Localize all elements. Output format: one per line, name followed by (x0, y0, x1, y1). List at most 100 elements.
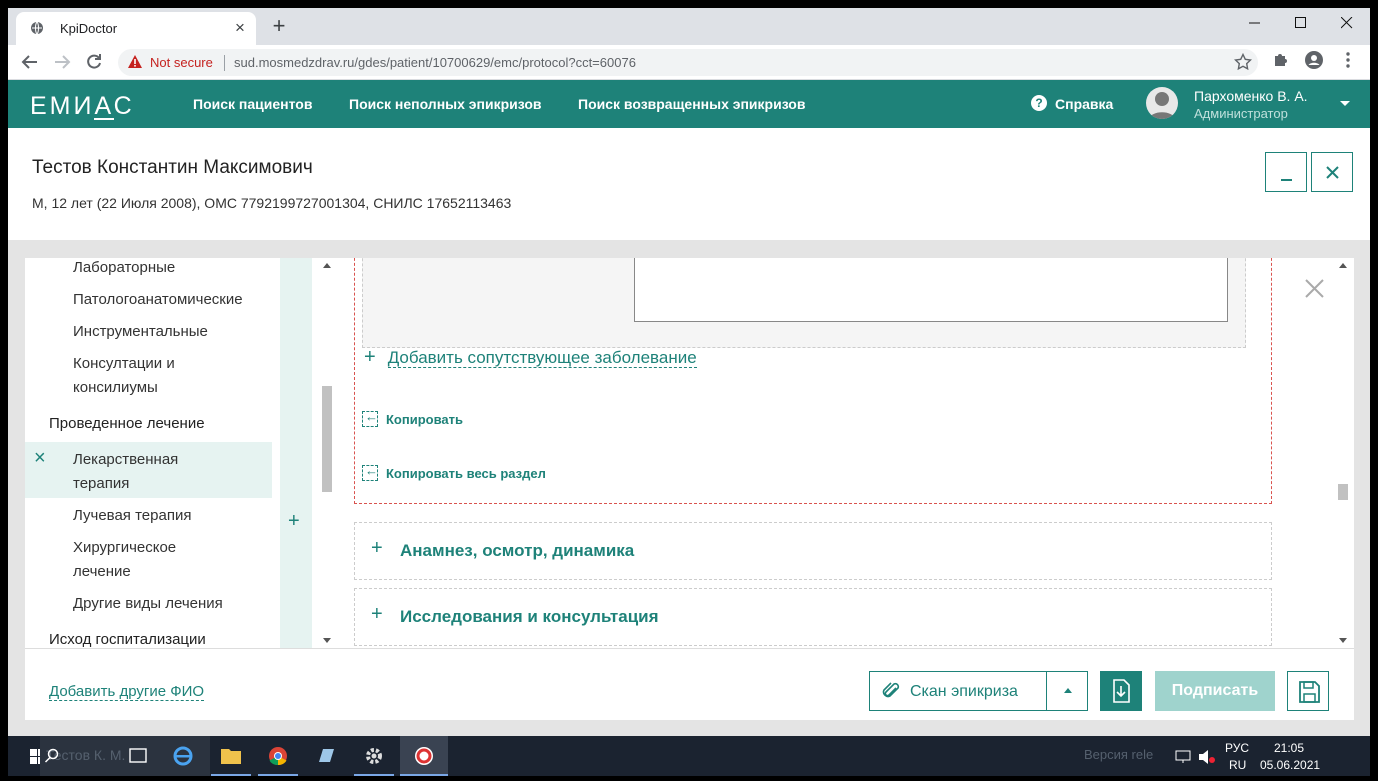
close-icon[interactable] (1304, 278, 1326, 300)
download-button[interactable] (1100, 671, 1142, 711)
url-text[interactable]: sud.mosmedzdrav.ru/gdes/patient/10700629… (234, 55, 636, 70)
taskbar-ghost-text: Версия rele (1084, 747, 1154, 762)
scroll-down-icon[interactable] (323, 638, 331, 643)
reload-icon (87, 54, 101, 69)
sidebar-item-laboratory[interactable]: Лабораторные (73, 258, 175, 280)
maximize-window-button[interactable] (1278, 8, 1324, 38)
nav-patient-search[interactable]: Поиск пациентов (193, 96, 312, 112)
user-name[interactable]: Пархоменко В. А. (1194, 88, 1308, 104)
browser-tab[interactable]: KpiDoctor × (16, 12, 256, 45)
scan-epicrisis-button[interactable]: Скан эпикриза (869, 671, 1088, 711)
notes-taskbar-button[interactable] (306, 736, 346, 776)
input-language-sub[interactable]: RU (1229, 758, 1246, 772)
patient-name: Тестов Константин Максимович (32, 157, 313, 178)
volume-icon[interactable] (1198, 749, 1216, 765)
address-bar[interactable]: Not secure sud.mosmedzdrav.ru/gdes/patie… (118, 49, 1258, 76)
extensions-button[interactable] (1271, 50, 1295, 74)
notepad-icon (319, 749, 334, 762)
sidebar-item-drug-therapy[interactable]: Лекарственная терапия (73, 448, 178, 496)
reload-button[interactable] (82, 50, 106, 74)
account-icon (1305, 51, 1323, 69)
sidebar-item-radiotherapy[interactable]: Лучевая терапия (73, 504, 191, 528)
sidebar-item-consultations[interactable]: Консултации и консилиумы (73, 352, 175, 400)
app-taskbar-button[interactable] (400, 736, 448, 776)
minimize-icon (1249, 22, 1260, 24)
plus-icon: + (371, 603, 383, 625)
explorer-taskbar-button[interactable] (211, 736, 251, 776)
gear-icon (366, 748, 382, 764)
copy-button[interactable]: Копировать (362, 409, 464, 427)
section-research[interactable]: + Исследования и консультация (354, 588, 1272, 646)
minimize-window-button[interactable] (1232, 8, 1278, 38)
remove-icon[interactable]: × (34, 447, 46, 470)
sidebar-scrollbar[interactable] (320, 258, 334, 648)
close-tab-icon[interactable]: × (230, 18, 250, 38)
clock-date[interactable]: 05.06.2021 (1260, 758, 1320, 772)
patient-header: Тестов Константин Максимович М, 12 лет (… (8, 128, 1370, 240)
copy-section-button[interactable]: Копировать весь раздел (362, 463, 546, 481)
main-content: + Добавить сопутствующее заболевание Копи… (345, 258, 1335, 648)
help-link[interactable]: Справка (1055, 96, 1113, 112)
add-other-names-link[interactable]: Добавить другие ФИО (49, 683, 205, 701)
network-icon[interactable] (1174, 750, 1192, 764)
sidebar-item-instrumental[interactable]: Инструментальные (73, 320, 208, 344)
more-vertical-icon (1346, 52, 1350, 68)
section-title: Анамнез, осмотр, динамика (400, 541, 635, 560)
task-view-button[interactable] (118, 736, 158, 776)
input-language[interactable]: РУС (1225, 741, 1249, 755)
sidebar-heading-treatment[interactable]: Проведенное лечение (49, 412, 205, 436)
sidebar-item-other-treatment[interactable]: Другие виды лечения (73, 592, 223, 616)
caret-up-icon[interactable] (1064, 688, 1072, 693)
scroll-down-icon[interactable] (1339, 638, 1347, 643)
arrow-left-icon (21, 55, 37, 69)
add-comorbidity-label: Добавить сопутствующее заболевание (387, 348, 697, 368)
bookmark-star-icon[interactable] (1234, 53, 1252, 71)
plus-icon[interactable]: + (288, 510, 300, 533)
nav-incomplete-epicrisis[interactable]: Поиск неполных эпикризов (349, 96, 542, 112)
chevron-down-icon[interactable] (1340, 101, 1350, 106)
scroll-thumb[interactable] (322, 386, 332, 492)
nav-returned-epicrisis[interactable]: Поиск возвращенных эпикризов (578, 96, 805, 112)
sidebar-item-pathology[interactable]: Патологоанатомические (73, 288, 243, 312)
browser-window: KpiDoctor × + Not secure sud.mosmedzdrav… (8, 8, 1370, 736)
forward-button[interactable] (50, 50, 74, 74)
help-icon[interactable]: ? (1031, 95, 1047, 111)
sidebar-item-surgery[interactable]: Хирургическое лечение (73, 536, 176, 584)
avatar[interactable] (1146, 87, 1178, 119)
scroll-up-icon[interactable] (1339, 263, 1347, 268)
ie-taskbar-button[interactable] (163, 736, 203, 776)
security-label[interactable]: Not secure (150, 55, 213, 70)
profile-button[interactable] (1304, 50, 1328, 74)
scroll-thumb[interactable] (1338, 484, 1348, 500)
clock-time[interactable]: 21:05 (1274, 741, 1304, 755)
globe-icon (31, 21, 43, 35)
button-divider (1046, 672, 1047, 710)
chrome-taskbar-button[interactable] (258, 736, 298, 776)
main-scrollbar[interactable] (1336, 258, 1350, 648)
target-app-icon (415, 747, 433, 765)
close-icon (1326, 166, 1339, 179)
save-button[interactable] (1287, 671, 1329, 711)
download-file-icon (1113, 679, 1130, 703)
add-comorbidity-link[interactable]: + Добавить сопутствующее заболевание (364, 346, 697, 369)
tab-title: KpiDoctor (60, 21, 118, 36)
close-window-button[interactable] (1324, 8, 1370, 38)
minimize-panel-button[interactable] (1265, 152, 1307, 192)
app-logo[interactable]: ЕМИАС (30, 92, 135, 121)
settings-taskbar-button[interactable] (354, 736, 394, 776)
diagnosis-textarea[interactable] (634, 258, 1228, 322)
sidebar-heading-outcome[interactable]: Исход госпитализации (49, 628, 206, 648)
task-view-icon (129, 748, 147, 763)
back-button[interactable] (18, 50, 42, 74)
internet-explorer-icon (173, 746, 193, 766)
add-item-strip: + (280, 258, 312, 648)
user-silhouette-icon (1149, 92, 1175, 119)
close-panel-button[interactable] (1311, 152, 1353, 192)
plus-icon: + (364, 346, 376, 368)
new-tab-button[interactable]: + (266, 14, 292, 40)
copy-label: Копировать (386, 412, 464, 427)
browser-menu-button[interactable] (1338, 50, 1362, 74)
sign-button[interactable]: Подписать (1155, 671, 1275, 711)
scroll-up-icon[interactable] (323, 263, 331, 268)
section-anamnesis[interactable]: + Анамнез, осмотр, динамика (354, 522, 1272, 580)
